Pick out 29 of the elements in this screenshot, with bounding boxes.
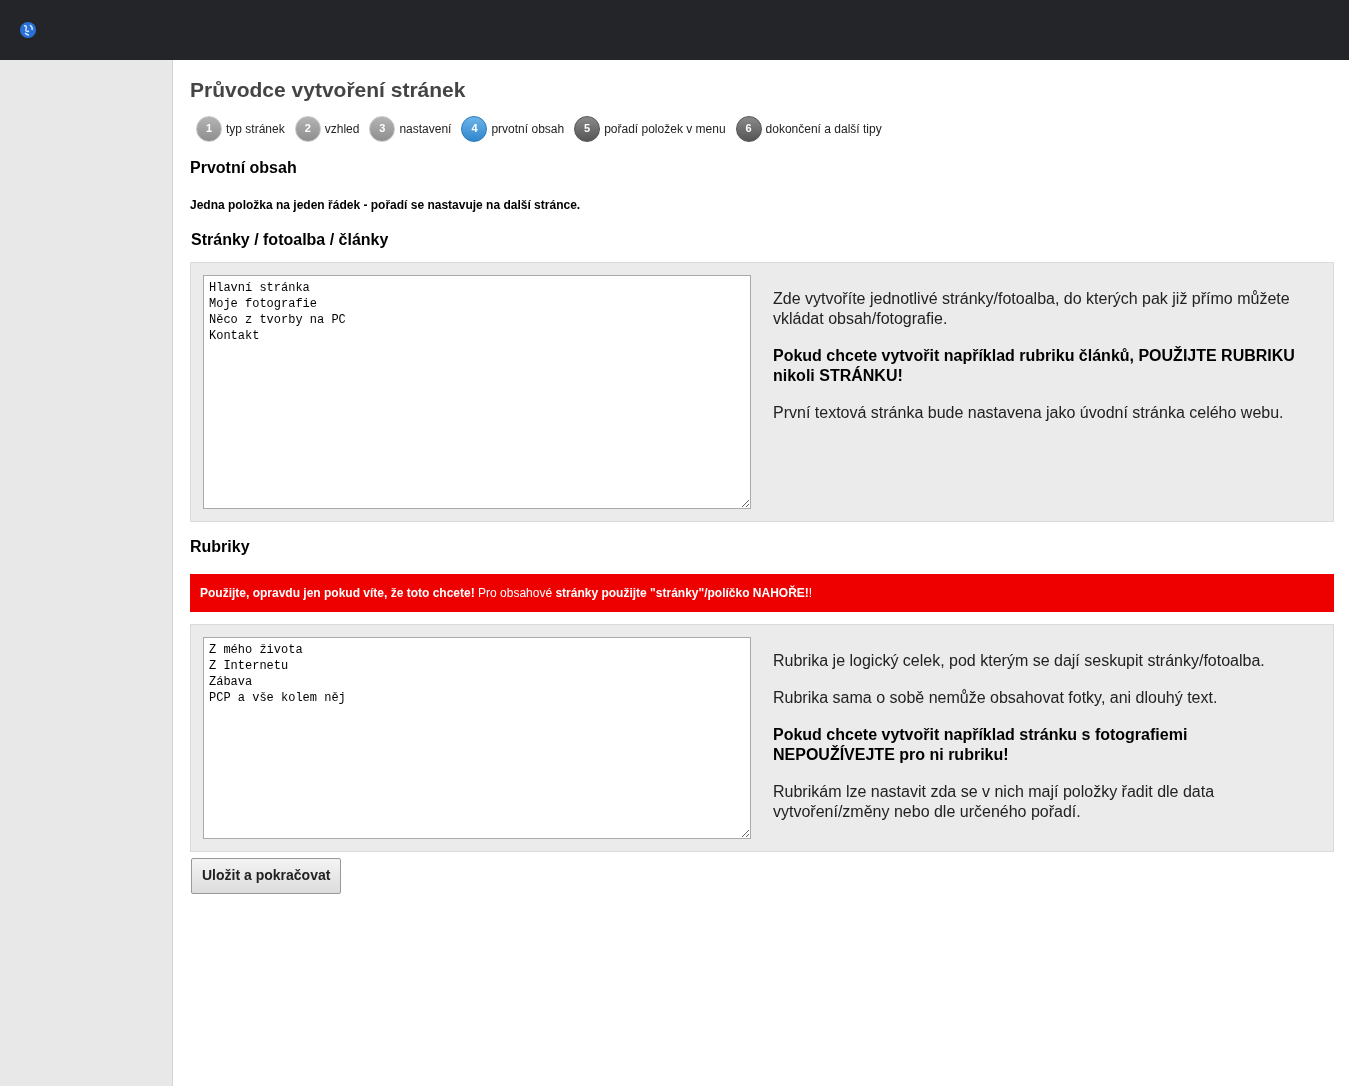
items-textarea[interactable]: Z mého života Z Internetu Zábava PCP a vše kolem něj <box>203 636 751 839</box>
step-label: dokončení a další tipy <box>765 120 882 138</box>
help-paragraph: Rubrikám lze nastavit zda se v nich mají položky řadit dle data vytvoření/změny nebo dle určeného pořadí. <box>773 781 1216 822</box>
items-textarea[interactable]: Hlavní stránka Moje fotografie Něco z tvorby na PC Kontakt <box>203 274 751 509</box>
step-label: pořadí položek v menu <box>604 120 726 138</box>
step-label: nastavení <box>399 120 452 138</box>
help-paragraph: Pokud chcete vytvořit například stránku s fotografiemi NEPOUŽÍVEJTE pro ni rubriku! <box>773 724 1189 765</box>
globe-icon[interactable] <box>19 21 37 39</box>
help-paragraph: První textová stránka bude nastavena jako úvodní stránka celého webu. <box>773 402 1285 423</box>
step-number-badge: 3 <box>369 115 396 142</box>
step-number-badge: 2 <box>294 115 321 142</box>
help-paragraph: Rubrika je logický celek, pod kterým se dají seskupit stránky/fotoalba. <box>773 650 1266 671</box>
help-paragraph: Zde vytvoříte jednotlivé stránky/fotoalba, do kterých pak již přímo můžete vkládat obsah/fotografie. <box>773 288 1291 329</box>
step-label: typ stránek <box>226 120 285 138</box>
warning-banner: Použijte, opravdu jen pokud víte, že toto chcete! Pro obsahové stránky použijte "stránky"/políčko NAHOŘE!! <box>190 573 1334 612</box>
page-title: Průvodce vytvoření stránek <box>190 77 467 103</box>
section-heading: Prvotní obsah <box>190 157 298 178</box>
help-paragraph: Pokud chcete vytvořit například rubriku článků, POUŽIJTE RUBRIKU nikoli STRÁNKU! <box>773 345 1296 386</box>
field-group-title: Rubriky <box>190 536 251 557</box>
step-number-badge: 1 <box>196 115 222 142</box>
field-group-title: Stránky / fotoalba / články <box>191 229 390 250</box>
help-paragraph: Rubrika sama o sobě nemůže obsahovat fotky, ani dlouhý text. <box>773 687 1219 708</box>
step-label: prvotní obsah <box>491 120 565 138</box>
step-label: vzhled <box>324 120 360 138</box>
save-continue-button[interactable]: Uložit a pokračovat <box>191 857 342 894</box>
step-number-badge: 4 <box>461 115 488 142</box>
step-number-badge: 6 <box>735 115 762 142</box>
step-number-badge: 5 <box>574 115 601 142</box>
instruction-text: Jedna položka na jeden řádek - pořadí se nastavuje na další stránce. <box>190 196 582 214</box>
